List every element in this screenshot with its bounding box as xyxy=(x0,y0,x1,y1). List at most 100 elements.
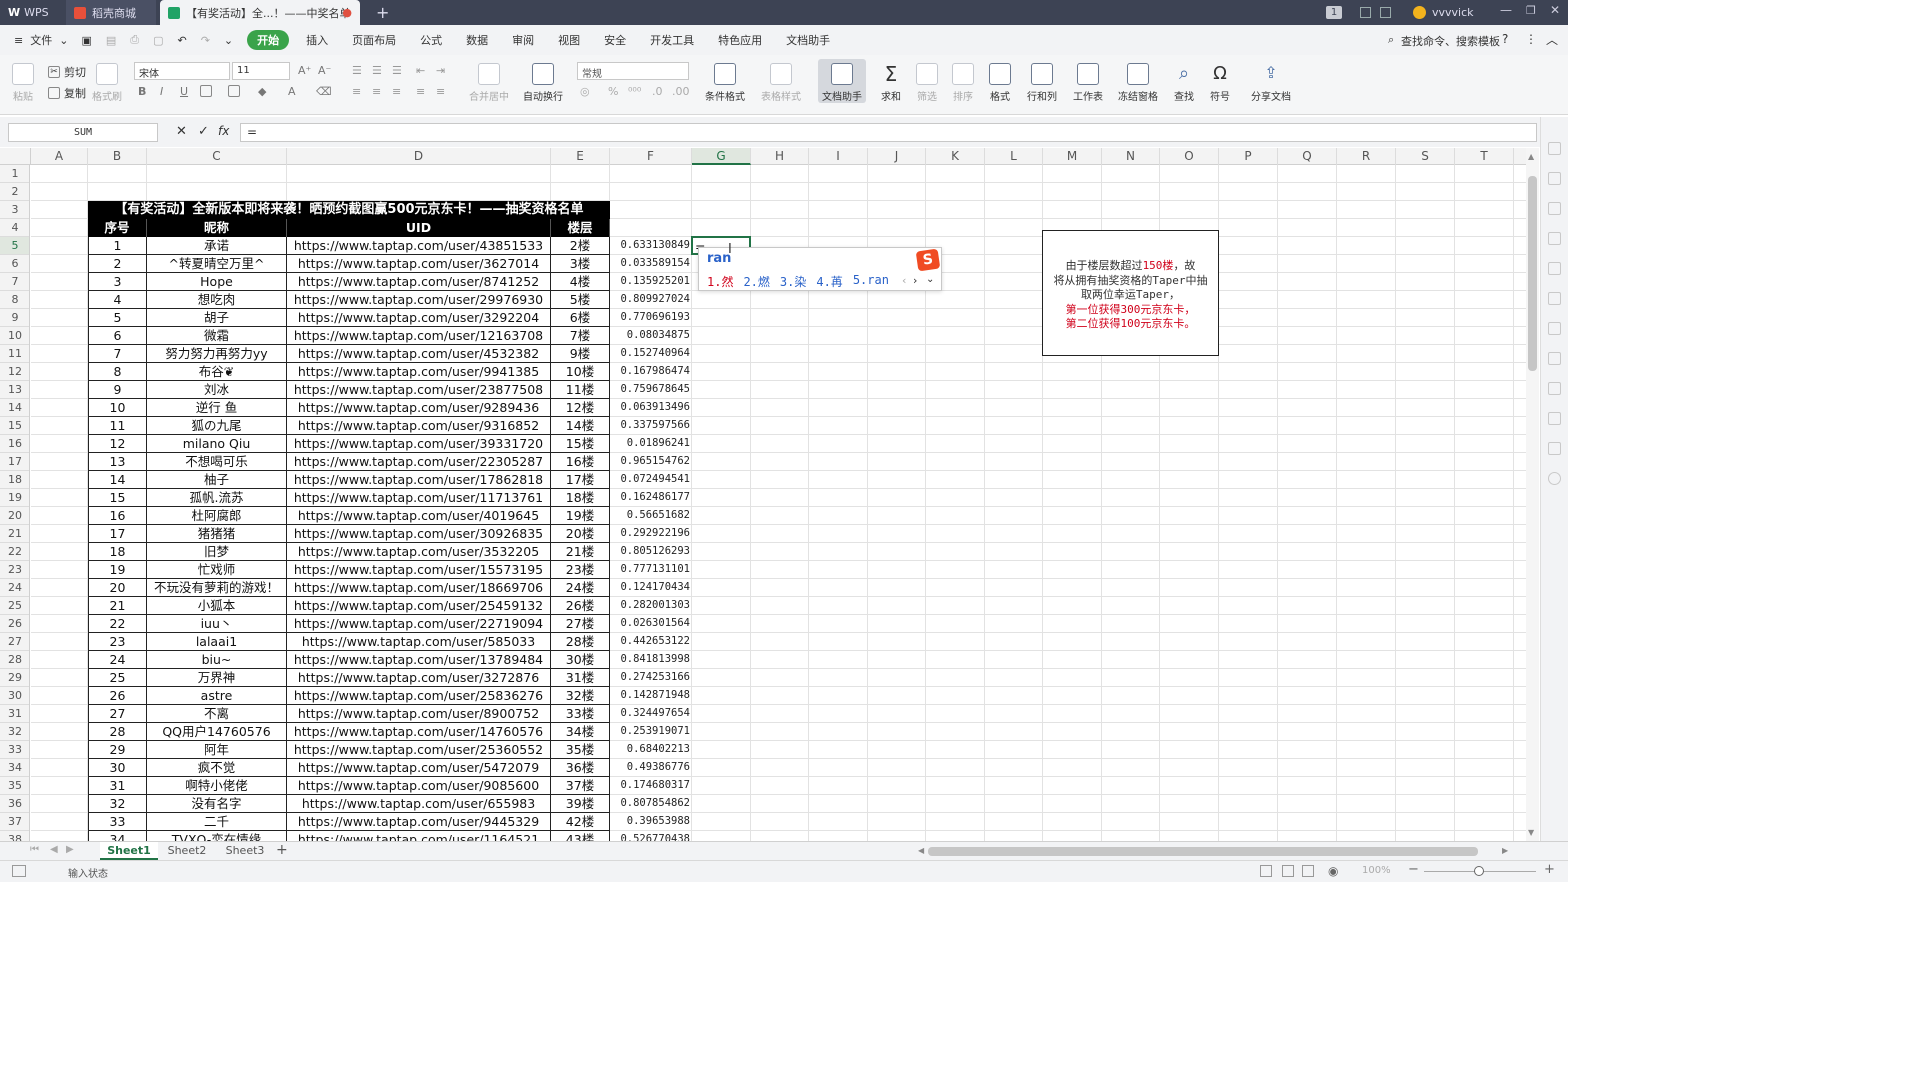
macro-icon[interactable] xyxy=(12,865,26,877)
row-header-27[interactable]: 27 xyxy=(0,633,29,651)
cut-button[interactable]: ✂ 剪切 xyxy=(48,64,86,80)
border-icon[interactable] xyxy=(200,85,216,97)
random-value-cell[interactable]: 0.08034875 xyxy=(610,327,692,345)
table-cell[interactable]: 30 xyxy=(88,759,147,777)
help-panel-icon[interactable] xyxy=(1548,442,1561,455)
search-icon[interactable]: ⌕ xyxy=(1388,33,1394,47)
zoom-level[interactable]: 100% xyxy=(1362,865,1391,876)
column-header-g[interactable]: G xyxy=(692,148,751,165)
row-header-1[interactable]: 1 xyxy=(0,165,29,183)
row-header-6[interactable]: 6 xyxy=(0,255,29,273)
row-header-21[interactable]: 21 xyxy=(0,525,29,543)
table-cell[interactable]: 32 xyxy=(88,795,147,813)
freeze-panes-button[interactable]: 冻结窗格 xyxy=(1114,63,1162,103)
copy-button[interactable]: 复制 xyxy=(48,85,86,101)
page-break-icon[interactable] xyxy=(1302,865,1314,877)
tab-document[interactable]: 【有奖活动】全...！——中奖名单 ● xyxy=(160,0,360,25)
column-header-r[interactable]: R xyxy=(1337,148,1396,165)
random-value-cell[interactable]: 0.39653988 xyxy=(610,813,692,831)
row-header-19[interactable]: 19 xyxy=(0,489,29,507)
random-value-cell[interactable]: 0.253919071 xyxy=(610,723,692,741)
eye-protection-icon[interactable]: ◉ xyxy=(1328,864,1338,878)
ime-prev-icon[interactable]: ‹ xyxy=(902,274,906,287)
history-icon[interactable] xyxy=(1548,472,1561,485)
print-preview-icon[interactable]: ▢ xyxy=(146,34,170,47)
row-header-15[interactable]: 15 xyxy=(0,417,29,435)
find-button[interactable]: ⌕ 查找 xyxy=(1168,63,1200,103)
image-icon[interactable] xyxy=(1548,412,1561,425)
table-cell[interactable]: 26楼 xyxy=(551,597,610,615)
table-cell[interactable]: 14楼 xyxy=(551,417,610,435)
ime-candidate[interactable]: 3.染 xyxy=(780,273,806,290)
vertical-scroll-thumb[interactable] xyxy=(1528,176,1537,371)
table-cell[interactable]: 7 xyxy=(88,345,147,363)
table-cell[interactable]: 24楼 xyxy=(551,579,610,597)
row-header-14[interactable]: 14 xyxy=(0,399,29,417)
table-cell[interactable]: 不想喝可乐 xyxy=(147,453,287,471)
table-cell[interactable]: https://www.taptap.com/user/3532205 xyxy=(287,543,551,561)
column-header-o[interactable]: O xyxy=(1160,148,1219,165)
bold-button[interactable]: B xyxy=(138,85,146,98)
window-count-badge[interactable]: 1 xyxy=(1326,6,1342,19)
normal-view-icon[interactable] xyxy=(1260,865,1272,877)
random-value-cell[interactable]: 0.337597566 xyxy=(610,417,692,435)
close-tab-icon[interactable]: ● xyxy=(342,6,352,19)
table-cell[interactable]: lalaai1 xyxy=(147,633,287,651)
ime-candidate[interactable]: 2.燃 xyxy=(743,273,769,290)
row-header-18[interactable]: 18 xyxy=(0,471,29,489)
table-cell[interactable]: https://www.taptap.com/user/14760576 xyxy=(287,723,551,741)
table-cell[interactable]: https://www.taptap.com/user/4019645 xyxy=(287,507,551,525)
table-cell[interactable]: 21 xyxy=(88,597,147,615)
table-cell[interactable]: https://www.taptap.com/user/8741252 xyxy=(287,273,551,291)
random-value-cell[interactable]: 0.56651682 xyxy=(610,507,692,525)
menu-doc-assistant[interactable]: 文档助手 xyxy=(779,32,837,48)
font-size-select[interactable]: 11 xyxy=(232,62,290,80)
table-cell[interactable]: 29 xyxy=(88,741,147,759)
table-cell[interactable]: 15 xyxy=(88,489,147,507)
filter-button[interactable]: 筛选 xyxy=(912,63,942,103)
row-header-34[interactable]: 34 xyxy=(0,759,29,777)
table-cell[interactable]: biu~ xyxy=(147,651,287,669)
row-header-31[interactable]: 31 xyxy=(0,705,29,723)
table-cell[interactable]: 8 xyxy=(88,363,147,381)
fx-icon[interactable]: fx xyxy=(218,124,229,138)
horizontal-scroll-thumb[interactable] xyxy=(928,847,1478,856)
column-header-n[interactable]: N xyxy=(1102,148,1160,165)
table-cell[interactable]: 小狐本 xyxy=(147,597,287,615)
share-button[interactable]: ⇪ 分享文档 xyxy=(1248,63,1294,103)
random-value-cell[interactable]: 0.292922196 xyxy=(610,525,692,543)
table-cell[interactable]: https://www.taptap.com/user/22305287 xyxy=(287,453,551,471)
random-value-cell[interactable]: 0.526770438 xyxy=(610,831,692,841)
table-cell[interactable]: 39楼 xyxy=(551,795,610,813)
table-cell[interactable]: 3 xyxy=(88,273,147,291)
table-cell[interactable]: 1 xyxy=(88,237,147,255)
table-cell[interactable]: https://www.taptap.com/user/15573195 xyxy=(287,561,551,579)
table-cell[interactable]: 努力努力再努力yy xyxy=(147,345,287,363)
table-cell[interactable]: 想吃肉 xyxy=(147,291,287,309)
font-color-icon[interactable]: A xyxy=(288,85,296,98)
help-icon[interactable]: ? xyxy=(1502,32,1508,46)
table-cell[interactable]: 狐の九尾 xyxy=(147,417,287,435)
indent-decrease-icon[interactable]: ⇤ xyxy=(416,64,425,77)
close-window-icon[interactable]: ✕ xyxy=(1550,3,1560,17)
table-cell[interactable]: 23 xyxy=(88,633,147,651)
next-sheet-icon[interactable]: ▶ xyxy=(66,844,74,855)
menu-page-layout[interactable]: 页面布局 xyxy=(345,32,403,48)
ime-candidate[interactable]: 4.苒 xyxy=(816,273,842,290)
currency-icon[interactable]: ◎ xyxy=(580,85,590,98)
tab-wps-home[interactable]: W WPS xyxy=(0,0,62,25)
random-value-cell[interactable]: 0.841813998 xyxy=(610,651,692,669)
menu-features[interactable]: 特色应用 xyxy=(711,32,769,48)
column-header-c[interactable]: C xyxy=(147,148,287,165)
row-header-4[interactable]: 4 xyxy=(0,219,29,237)
column-header-q[interactable]: Q xyxy=(1278,148,1337,165)
select-all-corner[interactable] xyxy=(0,148,31,165)
table-cell[interactable]: 43楼 xyxy=(551,831,610,841)
column-header-p[interactable]: P xyxy=(1219,148,1278,165)
hamburger-icon[interactable]: ≡ xyxy=(0,34,30,47)
table-cell[interactable]: 26 xyxy=(88,687,147,705)
table-cell[interactable]: 14 xyxy=(88,471,147,489)
row-header-32[interactable]: 32 xyxy=(0,723,29,741)
table-cell[interactable]: 15楼 xyxy=(551,435,610,453)
table-cell[interactable]: https://www.taptap.com/user/3292204 xyxy=(287,309,551,327)
